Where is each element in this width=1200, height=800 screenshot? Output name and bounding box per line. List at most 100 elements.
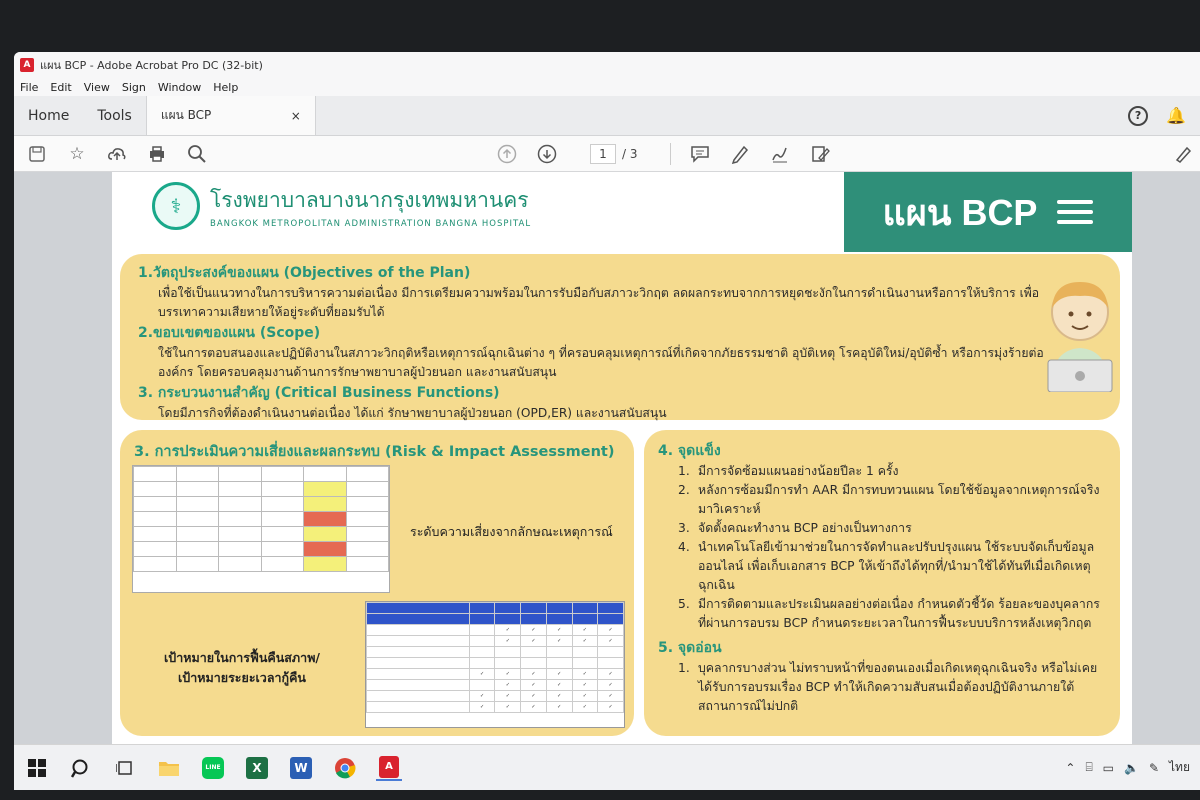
print-icon[interactable]	[146, 143, 168, 165]
network-icon[interactable]: ⌸	[1085, 760, 1092, 775]
system-tray: ⌃ ⌸ ▭ 🔈 ✎ ไทย	[1065, 758, 1200, 777]
list-item: 4. นำเทคโนโลยีเข้ามาช่วยในการจัดทำและปรับ…	[678, 538, 1106, 595]
task-view-icon[interactable]	[112, 755, 138, 781]
display-icon[interactable]: ▭	[1103, 761, 1114, 775]
file-explorer-icon[interactable]	[156, 755, 182, 781]
list-number: 4.	[678, 540, 690, 554]
menu-file[interactable]: File	[14, 81, 44, 94]
hamburger-menu-icon	[1057, 194, 1094, 230]
chrome-icon[interactable]	[332, 755, 358, 781]
critical-functions-heading: 3. กระบวนงานสำคัญ (Critical Business Fun…	[138, 385, 500, 401]
windows-taskbar: LINE X W A ⌃ ⌸ ▭ 🔈 ✎ ไทย	[14, 744, 1200, 790]
scope-text: ใช้ในการตอบสนองและปฏิบัติงานในสภาวะวิกฤต…	[158, 346, 1044, 379]
tab-home[interactable]: Home	[14, 96, 83, 135]
chevron-up-icon[interactable]: ⌃	[1065, 761, 1075, 775]
tab-bar: Home Tools แผน BCP × ? 🔔	[14, 96, 1200, 136]
list-number: 3.	[678, 521, 690, 535]
list-text: นำเทคโนโลยีเข้ามาช่วยในการจัดทำและปรับปร…	[698, 540, 1095, 592]
toolbar-divider	[669, 142, 671, 165]
list-text: บุคลากรบางส่วน ไม่ทราบหน้าที่ของตนเองเมื…	[698, 661, 1098, 713]
risk-assessment-panel: 3. การประเมินความเสี่ยงและผลกระทบ (Risk …	[120, 430, 634, 736]
share-upload-icon[interactable]	[106, 143, 128, 165]
line-app-icon[interactable]: LINE	[200, 755, 226, 781]
list-item: 1. มีการจัดซ้อมแผนอย่างน้อยปีละ 1 ครั้ง	[678, 462, 1106, 481]
recovery-objective-caption: เป้าหมายในการฟื้นคืนสภาพ/ เป้าหมายระยะเว…	[142, 648, 342, 688]
list-text: มีการจัดซ้อมแผนอย่างน้อยปีละ 1 ครั้ง	[698, 464, 899, 478]
menu-bar: File Edit View Sign Window Help	[14, 78, 1200, 96]
menu-sign[interactable]: Sign	[116, 81, 152, 94]
scope-heading: 2.ขอบเขตของแผน (Scope)	[138, 325, 321, 341]
excel-icon[interactable]: X	[244, 755, 270, 781]
page-indicator: 1 / 3	[590, 143, 638, 164]
word-icon[interactable]: W	[288, 755, 314, 781]
weaknesses-heading: 5. จุดอ่อน	[658, 640, 722, 656]
risk-table-image	[132, 465, 390, 593]
search-zoom-icon[interactable]	[186, 143, 208, 165]
objectives-panel: 1.วัตถุประสงค์ของแผน (Objectives of the …	[120, 254, 1120, 420]
page-number-input[interactable]: 1	[590, 143, 616, 164]
strengths-weaknesses-panel: 4. จุดแข็ง 1. มีการจัดซ้อมแผนอย่างน้อยปีล…	[644, 430, 1120, 736]
list-number: 1.	[678, 661, 690, 675]
window-title: แผน BCP - Adobe Acrobat Pro DC (32-bit)	[40, 59, 263, 72]
edit-tools-icon[interactable]	[1172, 143, 1194, 165]
tab-document-label: แผน BCP	[160, 108, 212, 122]
fill-sign-icon[interactable]	[809, 143, 831, 165]
hospital-name-thai: โรงพยาบาลบางนากรุงเทพมหานคร	[210, 187, 529, 212]
close-icon[interactable]: ×	[291, 109, 301, 123]
list-number: 2.	[678, 483, 690, 497]
volume-icon[interactable]: 🔈	[1124, 761, 1139, 775]
tab-document[interactable]: แผน BCP ×	[145, 96, 316, 135]
list-text: หลังการซ้อมมีการทำ AAR มีการทบทวนแผน โดย…	[698, 483, 1100, 516]
hospital-name-english: BANGKOK METROPOLITAN ADMINISTRATION BANG…	[210, 218, 532, 229]
list-item: 1. บุคลากรบางส่วน ไม่ทราบหน้าที่ของตนเองเ…	[678, 659, 1106, 716]
language-indicator[interactable]: ไทย	[1169, 758, 1190, 777]
strengths-heading: 4. จุดแข็ง	[658, 443, 721, 459]
save-icon[interactable]	[26, 143, 48, 165]
recovery-caption-line-2: เป้าหมายระยะเวลากู้คืน	[178, 670, 306, 685]
weaknesses-list: 1. บุคลากรบางส่วน ไม่ทราบหน้าที่ของตนเองเ…	[658, 659, 1106, 716]
star-icon[interactable]: ☆	[66, 143, 88, 165]
pdf-page: ⚕ โรงพยาบาลบางนากรุงเทพมหานคร BANGKOK ME…	[112, 172, 1132, 744]
list-number: 5.	[678, 597, 690, 611]
title-bar: A แผน BCP - Adobe Acrobat Pro DC (32-bit…	[14, 52, 1200, 78]
acrobat-taskbar-icon[interactable]: A	[376, 755, 402, 781]
windows-start-icon[interactable]	[24, 755, 50, 781]
list-item: 5. มีการติดตามและประเมินผลอย่างต่อเนื่อง …	[678, 595, 1106, 633]
menu-help[interactable]: Help	[207, 81, 244, 94]
app-window: A แผน BCP - Adobe Acrobat Pro DC (32-bit…	[14, 52, 1200, 790]
plan-banner: แผน BCP	[844, 172, 1132, 252]
help-icon[interactable]: ?	[1128, 105, 1149, 126]
comment-icon[interactable]	[689, 143, 711, 165]
risk-level-caption: ระดับความเสี่ยงจากลักษณะเหตุการณ์	[410, 524, 613, 539]
strengths-list: 1. มีการจัดซ้อมแผนอย่างน้อยปีละ 1 ครั้ง 2…	[658, 462, 1106, 633]
objectives-text: เพื่อใช้เป็นแนวทางในการบริหารความต่อเนื่…	[158, 286, 1040, 319]
objectives-heading: 1.วัตถุประสงค์ของแผน (Objectives of the …	[138, 265, 471, 281]
tab-tools[interactable]: Tools	[83, 96, 146, 135]
hospital-seal-icon: ⚕	[152, 182, 200, 230]
person-laptop-illustration	[1040, 272, 1120, 396]
hospital-header: ⚕ โรงพยาบาลบางนากรุงเทพมหานคร BANGKOK ME…	[152, 182, 531, 230]
pen-icon[interactable]: ✎	[1149, 761, 1159, 775]
search-icon[interactable]	[68, 755, 94, 781]
menu-window[interactable]: Window	[152, 81, 207, 94]
list-item: 3. จัดตั้งคณะทำงาน BCP อย่างเป็นทางการ	[678, 519, 1106, 538]
recovery-table-image: ✓ ✓ ✓ ✓ ✓ ✓ ✓ ✓ ✓ ✓ ✓ ✓ ✓ ✓ ✓ ✓ ✓ ✓ ✓ ✓ ✓ ✓ ✓ ✓ ✓ ✓ ✓ ✓ ✓ ✓ ✓ ✓ ✓	[365, 601, 625, 728]
list-item: 2. หลังการซ้อมมีการทำ AAR มีการทบทวนแผน โ…	[678, 481, 1106, 519]
highlight-pen-icon[interactable]	[729, 143, 751, 165]
document-viewport[interactable]: ⚕ โรงพยาบาลบางนากรุงเทพมหานคร BANGKOK ME…	[14, 172, 1200, 744]
bell-icon[interactable]: 🔔	[1166, 106, 1186, 125]
sign-icon[interactable]	[769, 143, 791, 165]
menu-edit[interactable]: Edit	[44, 81, 77, 94]
page-down-icon[interactable]	[536, 143, 558, 165]
menu-view[interactable]: View	[78, 81, 116, 94]
recovery-caption-line-1: เป้าหมายในการฟื้นคืนสภาพ/	[164, 650, 320, 665]
list-text: จัดตั้งคณะทำงาน BCP อย่างเป็นทางการ	[698, 521, 912, 535]
page-total: / 3	[622, 146, 638, 161]
risk-heading: 3. การประเมินความเสี่ยงและผลกระทบ (Risk …	[134, 444, 615, 460]
list-number: 1.	[678, 464, 690, 478]
page-up-icon[interactable]	[496, 143, 518, 165]
acrobat-logo-icon: A	[20, 58, 34, 72]
banner-title: แผน BCP	[882, 191, 1038, 233]
list-text: มีการติดตามและประเมินผลอย่างต่อเนื่อง กำ…	[698, 597, 1100, 630]
critical-functions-text: โดยมีภารกิจที่ต้องดำเนินงานต่อเนื่อง ได้…	[158, 406, 667, 420]
